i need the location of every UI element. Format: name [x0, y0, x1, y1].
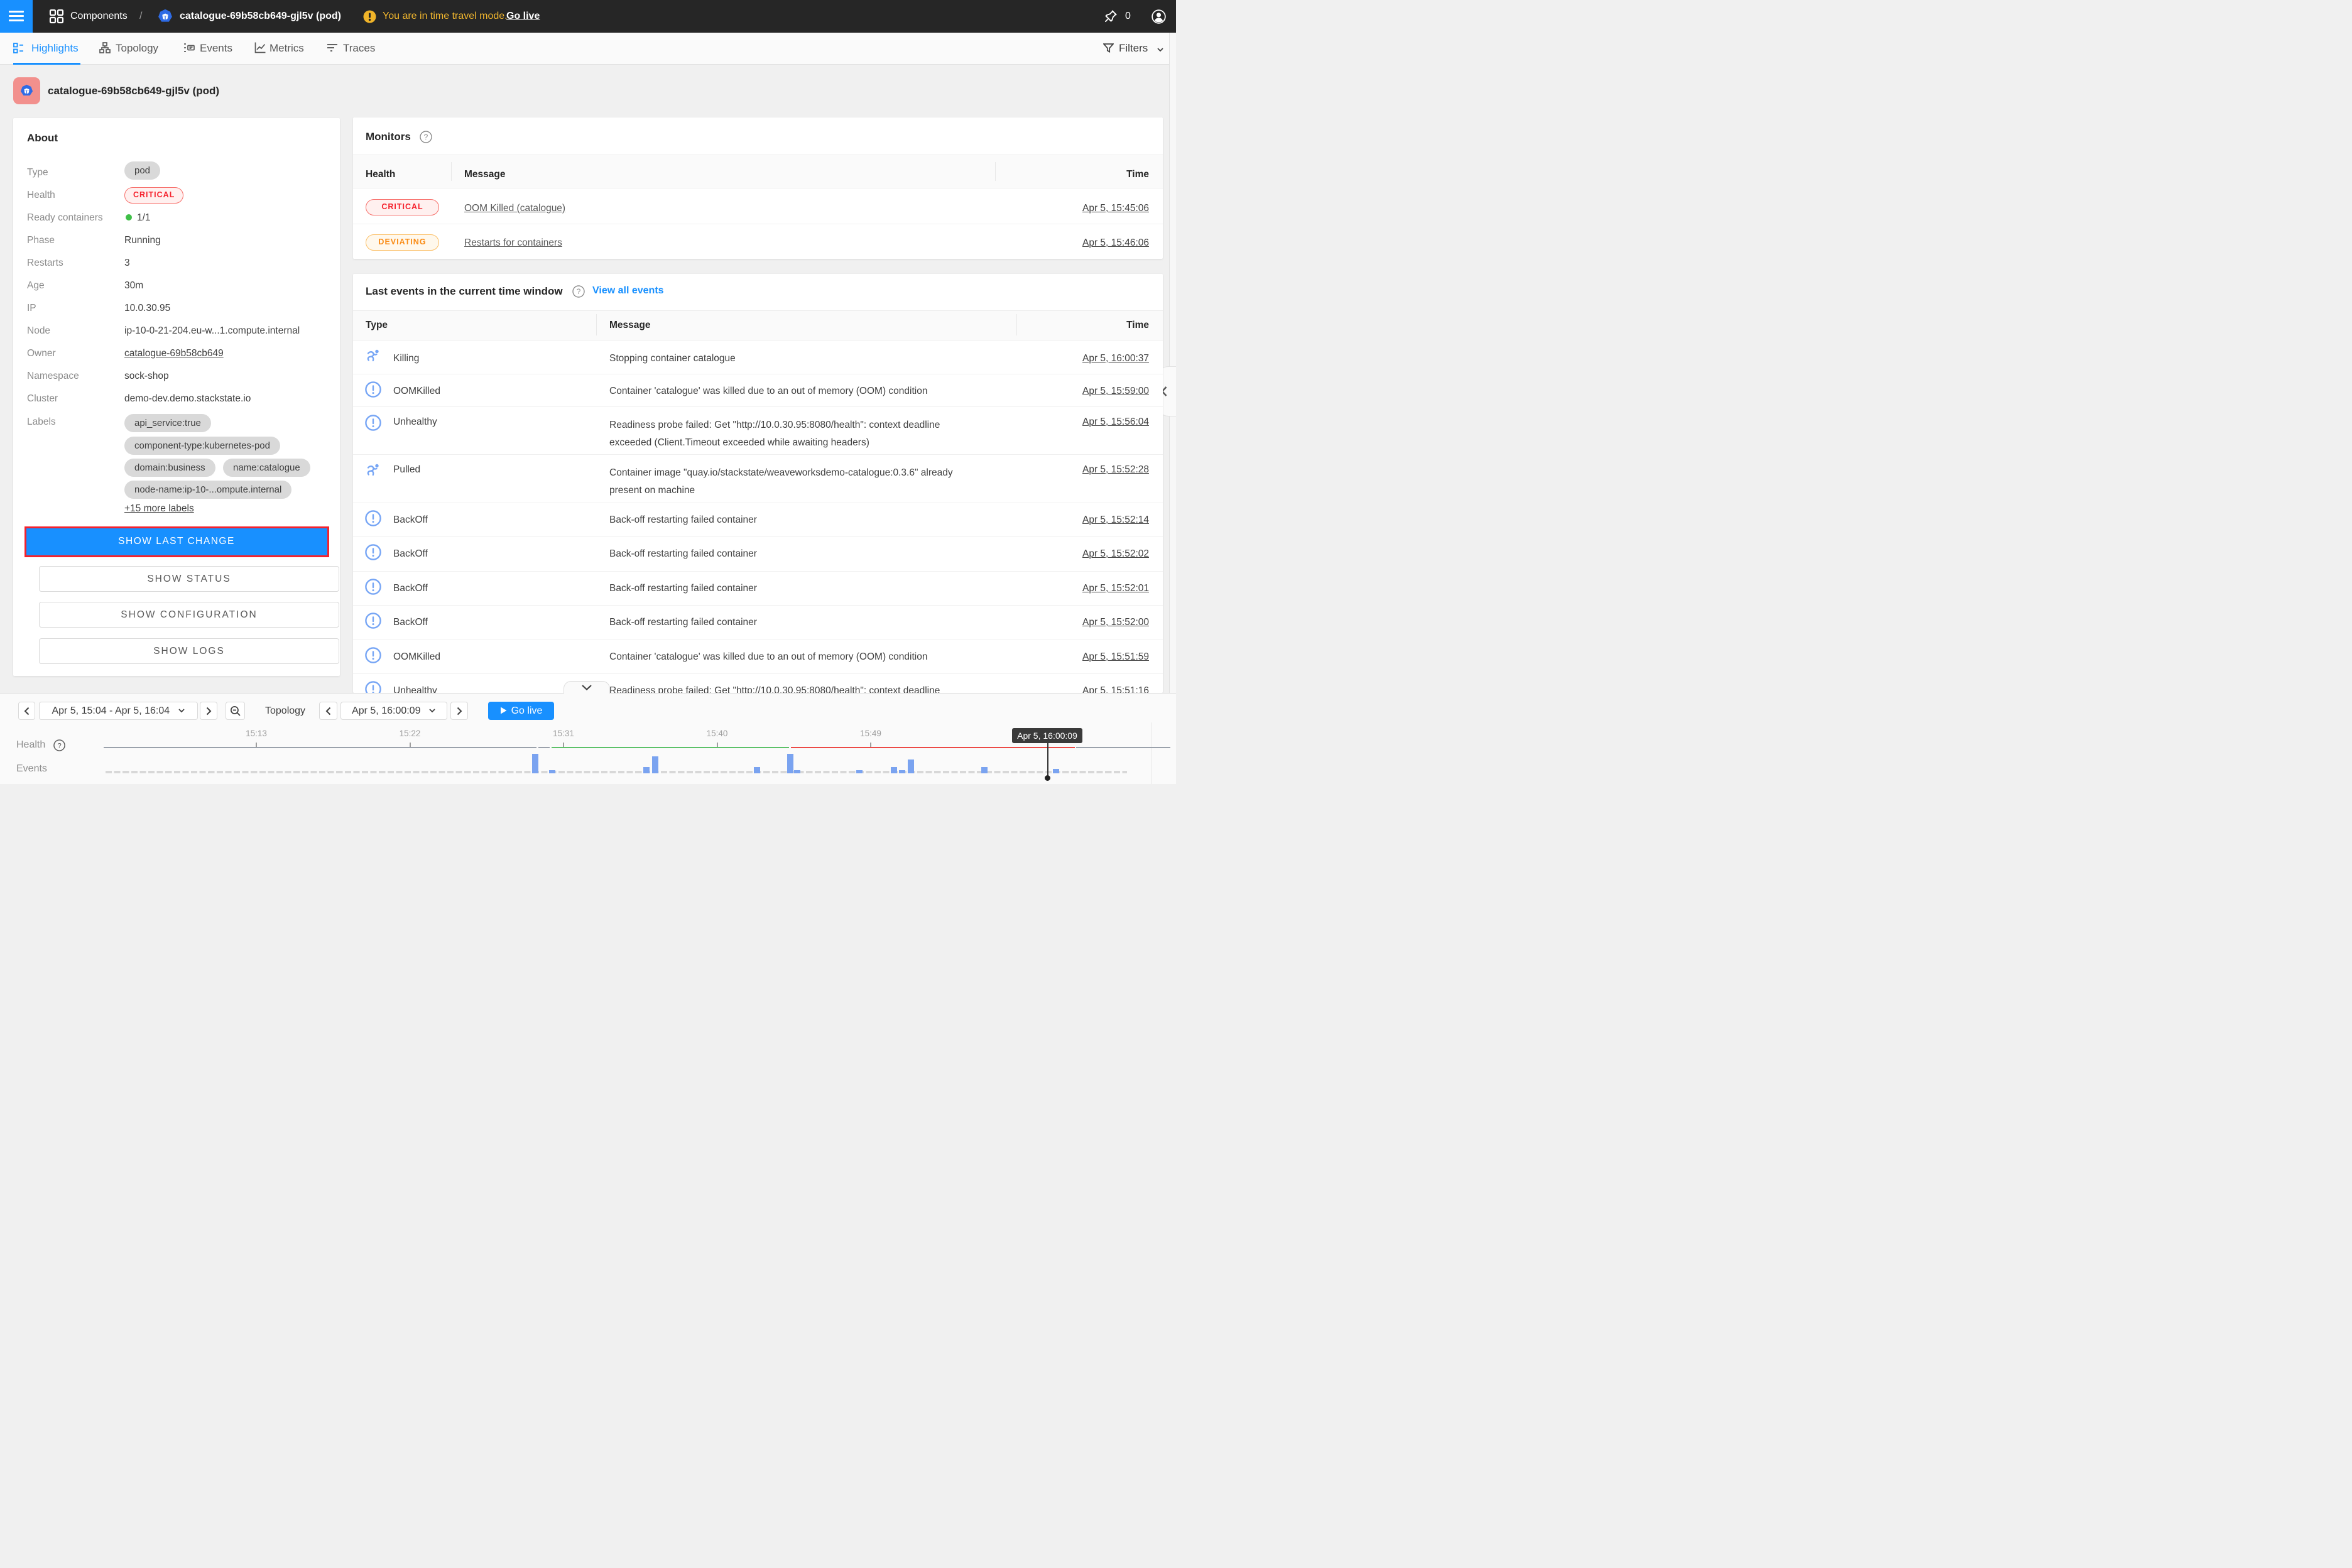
svg-text:?: ?: [577, 287, 581, 296]
svg-text:?: ?: [424, 133, 428, 141]
svg-text:?: ?: [57, 742, 61, 749]
